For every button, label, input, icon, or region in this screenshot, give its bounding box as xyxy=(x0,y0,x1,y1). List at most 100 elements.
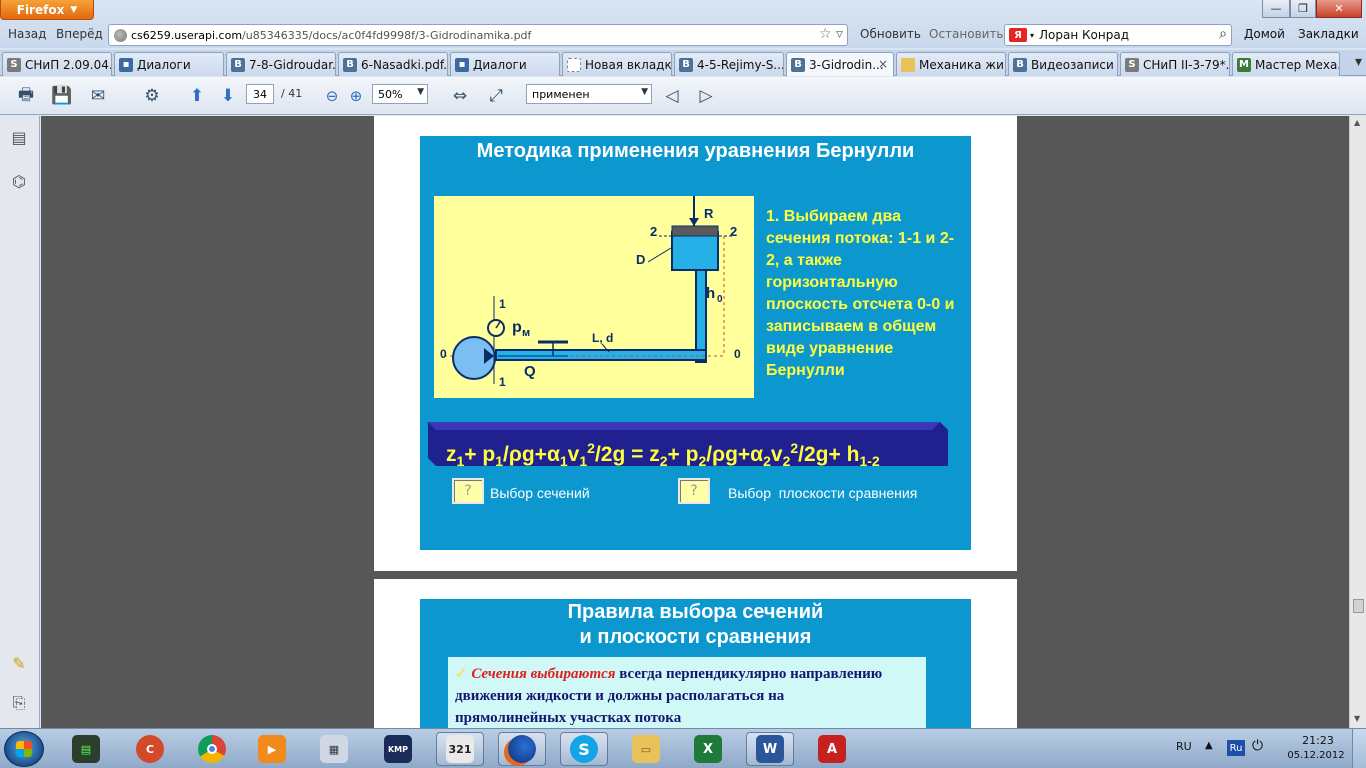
scroll-up-icon[interactable]: ▲ xyxy=(1354,118,1360,127)
slide-title-line2: и плоскости сравнения xyxy=(579,626,812,648)
previous-page-icon[interactable]: ⬆ xyxy=(185,84,209,108)
scroll-down-icon[interactable]: ▼ xyxy=(1354,714,1360,723)
language-indicator[interactable]: RU xyxy=(1176,740,1192,753)
firefox-menu-button[interactable]: Firefox ▼ xyxy=(0,0,94,20)
plane-hint-button[interactable]: ? xyxy=(678,478,710,504)
home-button[interactable]: Домой xyxy=(1244,27,1285,41)
scroll-thumb[interactable] xyxy=(1353,599,1364,613)
pdf-viewer[interactable]: Методика применения уравнения Бернулли R… xyxy=(41,116,1349,728)
clock-date[interactable]: 05.12.2012 xyxy=(1286,750,1346,761)
vk-icon: B xyxy=(679,57,693,72)
minimize-button[interactable]: — xyxy=(1262,0,1290,18)
media-player-icon[interactable]: ▶ xyxy=(248,732,296,766)
calculator-icon[interactable]: ▦ xyxy=(310,732,358,766)
zoom-select[interactable]: 50% ▼ xyxy=(372,84,428,104)
tab-new[interactable]: Новая вкладка xyxy=(562,52,672,76)
globe-icon xyxy=(114,29,127,42)
pages-panel-icon[interactable]: ▤ xyxy=(8,126,30,148)
search-input[interactable]: Я ▾ Лоран Конрад ⌕ xyxy=(1004,24,1232,46)
slide-bernoulli: Методика применения уравнения Бернулли R… xyxy=(420,136,971,550)
save-icon[interactable]: 💾 xyxy=(50,84,74,108)
binoculars-icon[interactable]: ⌬ xyxy=(8,170,30,192)
attachment-icon[interactable]: ⎘ xyxy=(8,692,30,714)
chevron-down-icon[interactable]: ▾ xyxy=(1030,31,1034,40)
page-total: / 41 xyxy=(281,87,303,100)
tab-videos[interactable]: B Видеозаписи ... xyxy=(1008,52,1118,76)
maximize-button[interactable]: ❐ xyxy=(1290,0,1316,18)
firefox-icon[interactable] xyxy=(498,732,546,766)
comments-icon[interactable]: ✎ xyxy=(8,652,30,674)
bookmarks-button[interactable]: Закладки xyxy=(1298,27,1359,41)
snip-icon: S xyxy=(7,57,21,72)
power-icon[interactable]: ⏻ xyxy=(1252,738,1263,754)
fit-page-icon[interactable]: ⤢ xyxy=(484,84,508,108)
back-button[interactable]: Назад xyxy=(8,27,46,41)
skype-icon[interactable]: S xyxy=(560,732,608,766)
next-page-icon[interactable]: ⬇ xyxy=(216,84,240,108)
label-0-right: 0 xyxy=(734,347,741,361)
find-previous-icon[interactable]: ◁ xyxy=(660,84,684,108)
find-value: применен xyxy=(532,87,590,101)
print-icon[interactable]: 🖶 xyxy=(14,84,38,108)
word-icon[interactable]: W xyxy=(746,732,794,766)
tv-321-icon[interactable]: 321 xyxy=(436,732,484,766)
settings-icon[interactable]: ⚙ xyxy=(140,84,164,108)
snip-icon: S xyxy=(1125,57,1139,72)
show-hidden-icons-icon[interactable]: ▲ xyxy=(1205,740,1213,751)
url-bar[interactable]: cs6259.userapi.com/u85346335/docs/ac0f4f… xyxy=(108,24,848,46)
zoom-in-icon[interactable]: ⊕ xyxy=(344,84,368,108)
clock-time[interactable]: 21:23 xyxy=(1298,734,1338,747)
refresh-button[interactable]: Обновить xyxy=(860,27,921,41)
explorer-icon[interactable]: ▭ xyxy=(622,732,670,766)
tab-nasadki[interactable]: B 6-Nasadki.pdf... xyxy=(338,52,448,76)
tab-label: Механика жи... xyxy=(919,57,1006,72)
tab-label: Мастер Меха... xyxy=(1255,57,1340,72)
tab-mechanika[interactable]: Механика жи... xyxy=(896,52,1006,76)
pdf-page-35: Правила выбора сечений и плоскости сравн… xyxy=(374,579,1017,728)
tab-master[interactable]: M Мастер Меха... xyxy=(1232,52,1340,76)
tab-gidroudar[interactable]: B 7-8-Gidroudar... xyxy=(226,52,336,76)
tab-rejimy[interactable]: B 4-5-Rejimy-S... xyxy=(674,52,784,76)
keyboard-layout-badge[interactable]: Ru xyxy=(1227,740,1245,756)
tab-snip-1[interactable]: S СНиП 2.09.04... xyxy=(2,52,112,76)
tab-gidrodinamika-active[interactable]: B 3-Gidrodin... × xyxy=(786,52,894,76)
vertical-scrollbar[interactable]: ▲ ▼ xyxy=(1349,116,1366,728)
slide-title-line1: Правила выбора сечений xyxy=(567,601,824,623)
close-window-button[interactable]: ✕ xyxy=(1316,0,1362,18)
search-icon[interactable]: ⌕ xyxy=(1219,26,1227,42)
find-input[interactable]: применен ▼ xyxy=(526,84,652,104)
tab-dialogs-1[interactable]: ▪ Диалоги xyxy=(114,52,224,76)
check-icon: ✓ xyxy=(455,666,468,682)
forward-button[interactable]: Вперёд xyxy=(56,27,103,41)
tab-label: СНиП 2.09.04... xyxy=(25,57,112,72)
tab-dialogs-2[interactable]: ▪ Диалоги xyxy=(450,52,560,76)
close-tab-icon[interactable]: × xyxy=(878,57,888,71)
page-number-input[interactable]: 34 xyxy=(246,84,274,104)
riser-pipe xyxy=(695,269,707,363)
task-manager-icon[interactable]: ▤ xyxy=(62,732,110,766)
sections-hint-button[interactable]: ? xyxy=(452,478,484,504)
autocad-icon[interactable]: A xyxy=(808,732,856,766)
tab-label: 3-Gidrodin... xyxy=(809,57,884,72)
pump-pipeline-diagram: R 2 2 D h 0 1 1 p м L, d 0 0 Q xyxy=(434,196,754,398)
share-icon[interactable]: ✉ xyxy=(86,84,110,108)
zoom-out-icon[interactable]: ⊖ xyxy=(320,84,344,108)
chrome-icon[interactable] xyxy=(188,732,236,766)
fit-width-icon[interactable]: ⇔ xyxy=(448,84,472,108)
find-next-icon[interactable]: ▷ xyxy=(694,84,718,108)
bookmark-star-icon[interactable]: ☆ ▿ xyxy=(819,26,843,42)
slide-title: Методика применения уравнения Бернулли xyxy=(476,140,915,162)
stop-button[interactable]: Остановить xyxy=(929,27,1004,41)
kmplayer-icon[interactable]: KMP xyxy=(374,732,422,766)
show-desktop-button[interactable] xyxy=(1352,729,1366,768)
chevron-down-icon: ▼ xyxy=(70,4,78,15)
excel-icon[interactable]: X xyxy=(684,732,732,766)
mm-icon: M xyxy=(1237,57,1251,72)
tab-snip-2[interactable]: S СНиП II-3-79*... xyxy=(1120,52,1230,76)
start-button[interactable] xyxy=(4,731,44,767)
tab-list-icon[interactable]: ▾ xyxy=(1355,54,1362,70)
yandex-icon[interactable]: Я xyxy=(1009,28,1027,42)
pdf-sidebar: ▤ ⌬ ✎ ⎘ xyxy=(0,116,40,728)
firefox-menu-label: Firefox xyxy=(16,2,65,17)
ccleaner-icon[interactable]: C xyxy=(126,732,174,766)
